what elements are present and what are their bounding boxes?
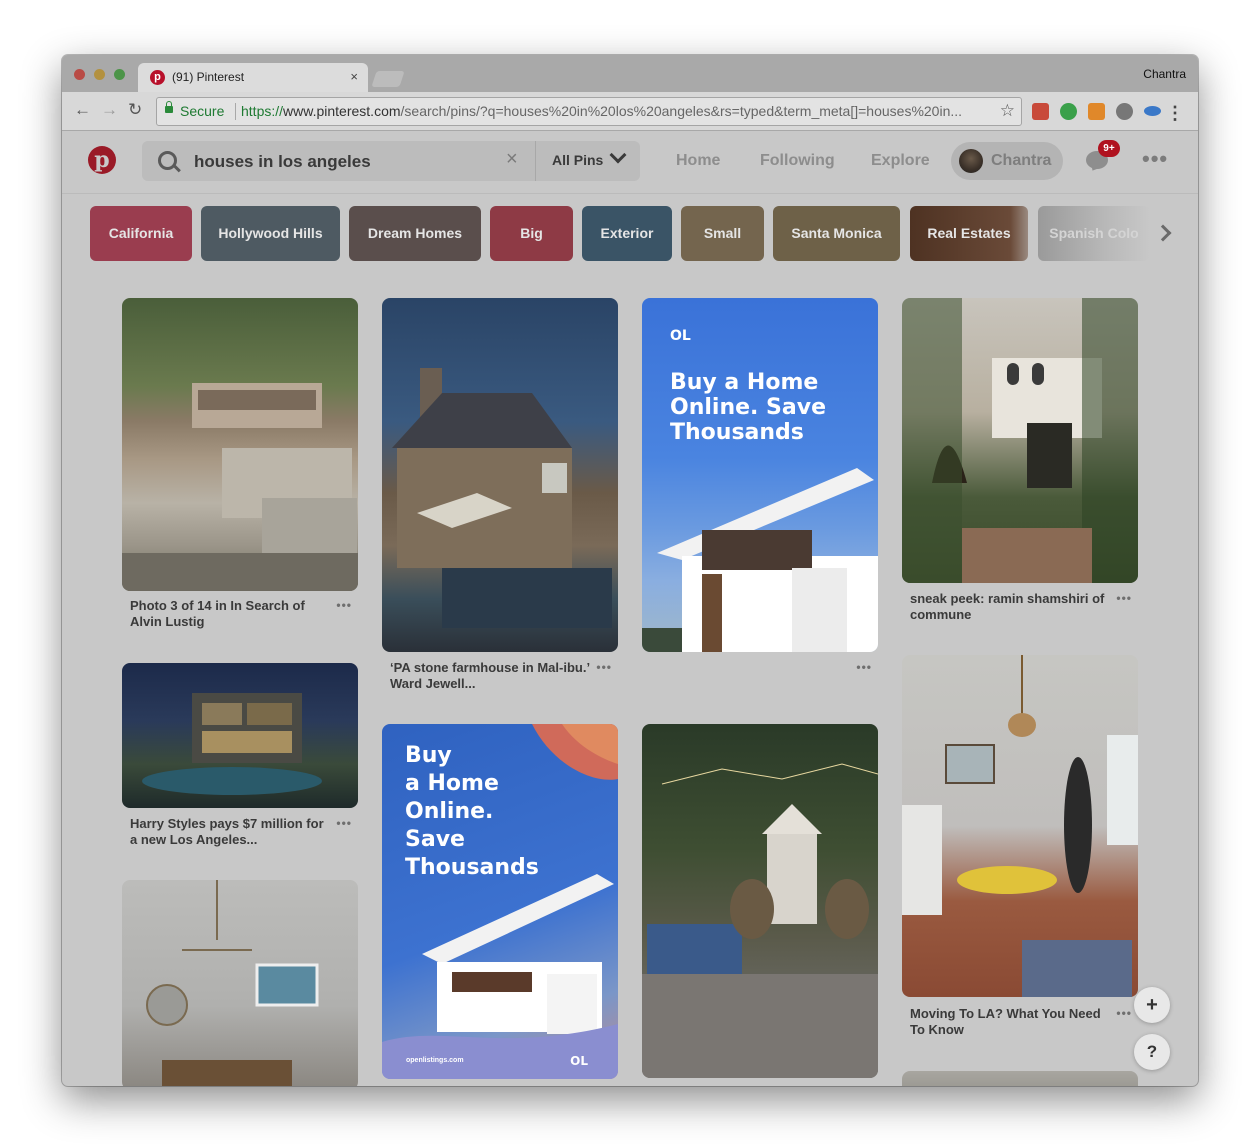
pin-title[interactable]: Moving To LA? What You Need To Know [910,1006,1110,1038]
nav-explore[interactable]: Explore [871,152,930,170]
guide-hollywood-hills[interactable]: Hollywood Hills [201,206,340,261]
guide-big[interactable]: Big [490,206,573,261]
ad-headline-line: Save [405,827,465,852]
url-path: /search/pins/?q=houses%20in%20los%20ange… [400,103,963,119]
ad-headline: Buy a Home Online. Save Thousands [405,742,605,882]
tab-close-icon[interactable]: × [350,69,358,84]
pin-image[interactable] [122,298,358,591]
ad-headline-line: Thousands [405,855,539,880]
url-text[interactable]: https://www.pinterest.com/search/pins/?q… [241,103,962,119]
chevron-right-icon[interactable] [1154,224,1172,242]
profile-button[interactable]: Chantra [951,142,1063,180]
browser-profile-name[interactable]: Chantra [1143,67,1186,81]
dining-room-illustration [146,880,319,1086]
browser-menu-icon[interactable]: ⋮ [1166,104,1184,122]
tab-bar: p (91) Pinterest × Chantra [62,55,1198,92]
pin-title[interactable]: sneak peek: ramin shamshiri of commune [910,591,1110,623]
stone-farmhouse-illustration [392,368,612,628]
url-host: www.pinterest.com [283,103,401,119]
surf-room-illustration [902,655,1138,997]
pin-image[interactable] [382,298,618,652]
pin-image[interactable] [902,298,1138,583]
pin-title[interactable]: ‘PA stone farmhouse in Mal-ibu.’ Ward Je… [390,660,590,692]
search-bar[interactable]: houses in los angeles × All Pins [142,141,640,181]
browser-window: p (91) Pinterest × Chantra ← → ↻ Secure … [62,55,1198,1086]
back-arrow-icon[interactable]: ← [74,100,91,120]
avatar [959,149,983,173]
address-divider [235,103,236,120]
pin-title[interactable]: Harry Styles pays $7 million for a new L… [130,816,330,848]
guide-santa-monica[interactable]: Santa Monica [773,206,900,261]
ad-headline-line: Online. [405,799,494,824]
pin-image[interactable] [642,724,878,1078]
night-pool-house-illustration [142,693,322,795]
pin-more-icon[interactable]: ••• [336,598,352,612]
search-input[interactable]: houses in los angeles [194,152,371,172]
ad-headline: Buy a Home Online. Save Thousands [670,370,826,445]
close-window-button[interactable] [74,69,85,80]
pinterest-header: p houses in los angeles × All Pins Home … [62,131,1198,194]
pin-more-icon[interactable]: ••• [1116,591,1132,605]
search-filter-select[interactable]: All Pins [552,152,603,168]
pinterest-favicon-icon: p [150,70,165,85]
bookmark-star-icon[interactable]: ☆ [1000,101,1015,121]
guide-small[interactable]: Small [681,206,764,261]
minimize-window-button[interactable] [94,69,105,80]
guide-real-estates[interactable]: Real Estates [910,206,1028,261]
ad-image[interactable]: Buy a Home Online. Save Thousands openli… [382,724,618,1079]
profile-name: Chantra [991,152,1052,169]
search-guides: California Hollywood Hills Dream Homes B… [62,194,1198,284]
nav-following[interactable]: Following [760,152,835,170]
tab-pinterest[interactable]: p (91) Pinterest × [138,63,368,92]
ad-headline-line: a Home [405,771,499,796]
pin-title[interactable]: Photo 3 of 14 in In Search of Alvin Lust… [130,598,330,630]
spanish-house-illustration [902,298,1138,583]
new-tab-button[interactable] [371,71,405,87]
pin-image[interactable] [122,880,358,1086]
pin-more-icon[interactable]: ••• [856,660,872,674]
ad-logo: OL [670,328,691,344]
browser-toolbar: ← → ↻ Secure https://www.pinterest.com/s… [62,92,1198,131]
help-button[interactable]: ? [1134,1034,1170,1070]
guide-spanish-colonial[interactable]: Spanish Colo [1038,206,1150,261]
maximize-window-button[interactable] [114,69,125,80]
ad-house-illustration [642,468,878,652]
ad-logo: OL [570,1054,588,1068]
clear-search-icon[interactable]: × [506,148,518,171]
ad-image[interactable]: OL Buy a Home Online. Save Thousands [642,298,878,652]
ad-headline-line: Buy [405,743,452,768]
lock-icon [165,101,173,113]
house-hillside-illustration [122,383,358,591]
patio-courtyard-illustration [642,763,878,1078]
grammarly-extension-icon[interactable] [1060,103,1077,120]
pin-more-icon[interactable]: ••• [1116,1006,1132,1020]
pin-more-icon[interactable]: ••• [596,660,612,674]
pinterest-extension-icon[interactable] [1116,103,1133,120]
tab-title: (91) Pinterest [172,70,245,84]
address-bar[interactable]: Secure https://www.pinterest.com/search/… [156,97,1022,126]
chevron-down-icon[interactable] [609,146,627,164]
calendar-extension-icon[interactable] [1032,103,1049,120]
pin-image[interactable] [902,655,1138,997]
reload-icon[interactable]: ↻ [128,100,142,120]
guide-california[interactable]: California [90,206,192,261]
forward-arrow-icon[interactable]: → [101,100,118,120]
analytics-extension-icon[interactable] [1088,103,1105,120]
nav-home[interactable]: Home [676,152,720,170]
url-scheme: https:// [241,103,284,119]
salesforce-extension-icon[interactable] [1144,106,1161,116]
pin-image[interactable] [122,663,358,808]
add-pin-button[interactable]: + [1134,987,1170,1023]
pin-more-icon[interactable]: ••• [336,816,352,830]
notification-badge: 9+ [1098,140,1120,157]
guide-dream-homes[interactable]: Dream Homes [349,206,481,261]
secure-label: Secure [180,103,225,119]
pin-image[interactable] [902,1071,1138,1086]
search-divider [535,141,536,181]
ad-footer-url: openlistings.com [406,1057,464,1064]
guide-exterior[interactable]: Exterior [582,206,672,261]
search-icon [158,151,177,170]
more-options-icon[interactable]: ••• [1142,146,1168,172]
pinterest-logo-icon[interactable]: p [88,146,116,174]
